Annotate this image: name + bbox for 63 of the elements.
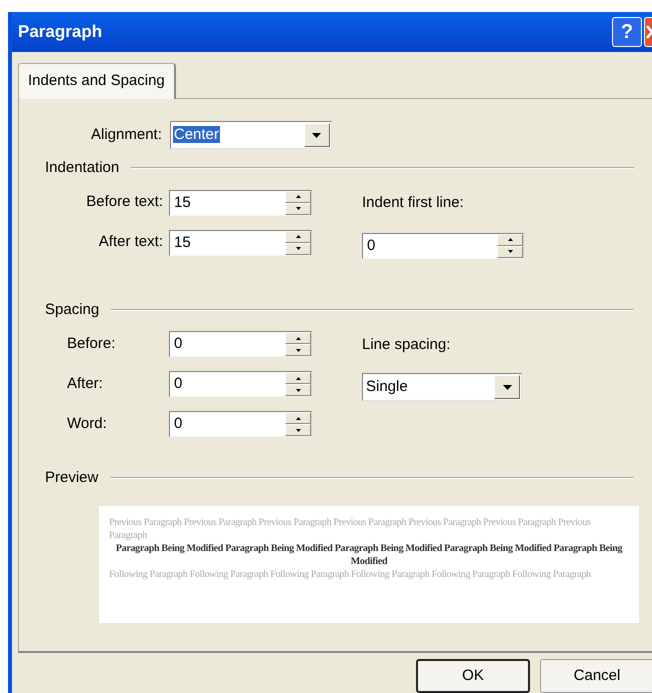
- dropdown-arrow-icon: [502, 384, 512, 390]
- spin-down-button[interactable]: [285, 424, 311, 436]
- preview-following-text: Following Paragraph Following Paragraph Following Paragraph Following Paragraph Following Paragraph Following Paragraph: [109, 568, 592, 580]
- window-title: Paragraph: [18, 21, 104, 44]
- spin-value: 0: [173, 334, 184, 354]
- preview-current-text: Paragraph Being Modified Paragraph Being Modified Paragraph Being Modified Paragraph Being Modified Paragraph Being Modified: [114, 542, 624, 568]
- dropdown-value: Single: [365, 378, 409, 395]
- tab[interactable]: Indents and Spacing: [18, 63, 176, 99]
- field-label: Word:: [66, 414, 108, 434]
- number-spin-field[interactable]: 0: [362, 232, 524, 258]
- down-arrow-icon: [508, 250, 512, 253]
- field-label: Indent first line:: [362, 192, 465, 212]
- number-spin-field[interactable]: 15: [169, 190, 312, 216]
- spin-value: 0: [173, 414, 184, 434]
- preview-previous-text: Previous Paragraph Previous Paragraph Previous Paragraph Previous Paragraph Previous Paragraph Previous Paragraph Previous Paragraph: [109, 516, 592, 542]
- up-arrow-icon: [296, 195, 300, 198]
- group-heading: Spacing: [45, 300, 100, 320]
- spin-value: 15: [173, 232, 192, 252]
- field-label: Line spacing:: [362, 335, 452, 355]
- help-button[interactable]: ?: [612, 17, 642, 47]
- number-spin-field[interactable]: 15: [169, 230, 312, 256]
- up-arrow-icon: [296, 336, 300, 340]
- spin-up-button[interactable]: [285, 230, 311, 242]
- down-arrow-icon: [296, 428, 300, 432]
- number-spin-field[interactable]: 0: [169, 331, 312, 357]
- field-label: Before:: [66, 334, 116, 354]
- spin-value: 15: [173, 192, 192, 212]
- spin-down-button[interactable]: [285, 344, 311, 356]
- spin-up-button[interactable]: [285, 372, 311, 384]
- field-label: After:: [66, 374, 104, 394]
- spin-down-button[interactable]: [285, 202, 311, 214]
- spin-value: 0: [366, 236, 376, 256]
- dropdown-value: Center: [172, 126, 220, 143]
- spin-up-button[interactable]: [497, 234, 523, 246]
- group-heading: Indentation: [45, 158, 120, 178]
- down-arrow-icon: [296, 348, 300, 352]
- spin-up-button[interactable]: [285, 190, 311, 202]
- dialog-button[interactable]: OK: [416, 659, 530, 693]
- spin-up-button[interactable]: [285, 412, 311, 424]
- field-label: After text:: [98, 232, 164, 252]
- down-arrow-icon: [296, 388, 300, 392]
- spin-up-button[interactable]: [285, 332, 311, 344]
- number-spin-field[interactable]: 0: [169, 411, 312, 437]
- up-arrow-icon: [296, 376, 300, 380]
- up-arrow-icon: [296, 416, 300, 420]
- dropdown-button[interactable]: [494, 375, 520, 399]
- spin-value: 0: [173, 374, 184, 394]
- dropdown-field[interactable]: Single: [362, 373, 522, 401]
- dialog-button[interactable]: Cancel: [540, 659, 652, 693]
- dropdown-arrow-icon: [312, 132, 322, 138]
- dropdown-field[interactable]: Center: [170, 121, 332, 149]
- dropdown-button[interactable]: [304, 123, 330, 147]
- down-arrow-icon: [296, 247, 300, 250]
- spin-down-button[interactable]: [285, 384, 311, 396]
- alignment-label: Alignment:: [91, 124, 162, 145]
- up-arrow-icon: [296, 235, 300, 238]
- spin-down-button[interactable]: [285, 242, 311, 254]
- spin-down-button[interactable]: [497, 246, 523, 258]
- field-label: Before text:: [85, 192, 164, 212]
- up-arrow-icon: [508, 238, 512, 241]
- number-spin-field[interactable]: 0: [169, 371, 312, 397]
- group-heading: Preview: [45, 468, 98, 488]
- down-arrow-icon: [296, 207, 300, 210]
